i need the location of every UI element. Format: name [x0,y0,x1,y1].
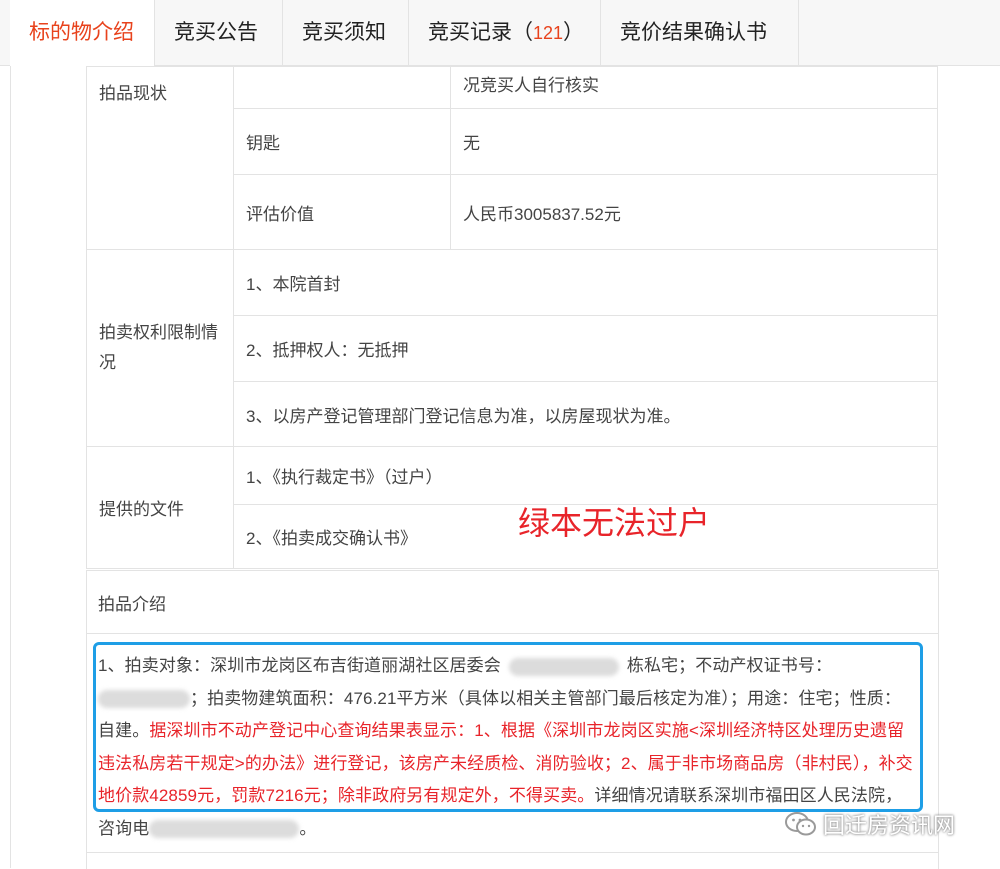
docs-row: 1、《执行裁定书》（过户） [233,446,938,505]
intro-divider [86,633,938,634]
tab-bar: 标的物介绍 竞买公告 竞买须知 竞买记录（121） 竞价结果确认书 [0,0,1000,67]
status-label [233,66,451,109]
tab-result-confirmation[interactable]: 竞价结果确认书 [601,0,799,66]
rights-head: 拍卖权利限制情况 [86,249,234,447]
tab-auction-notice[interactable]: 竞买公告 [155,0,283,66]
tab-item-intro[interactable]: 标的物介绍 [10,0,155,67]
wechat-icon [785,812,816,836]
rights-row: 1、本院首封 [233,249,938,316]
redacted-text [149,820,300,839]
rights-row: 2、抵押权人：无抵押 [233,315,938,382]
valuation-label: 评估价值 [233,174,451,250]
intro-bottom-divider [86,852,938,853]
rights-row: 3、以房产登记管理部门登记信息为准，以房屋现状为准。 [233,381,938,447]
key-value: 无 [450,108,938,175]
key-label: 钥匙 [233,108,451,175]
watermark: 回迁房资讯网 [785,808,955,840]
annotation-note: 绿本无法过户 [518,504,711,542]
status-value: 况竞买人自行核实 [450,66,938,109]
highlight-frame [93,642,923,812]
item-info-table: 拍品现状 况竞买人自行核实 钥匙 无 评估价值 人民币3005837.52元 拍… [86,66,938,569]
tab-bidding-rules[interactable]: 竞买须知 [283,0,409,66]
docs-head: 提供的文件 [86,446,234,569]
tab-bid-records[interactable]: 竞买记录（121） [409,0,601,66]
intro-title: 拍品介绍 [98,595,166,614]
valuation-value: 人民币3005837.52元 [450,174,938,250]
status-head: 拍品现状 [86,66,234,250]
bid-count: 121 [533,23,564,43]
